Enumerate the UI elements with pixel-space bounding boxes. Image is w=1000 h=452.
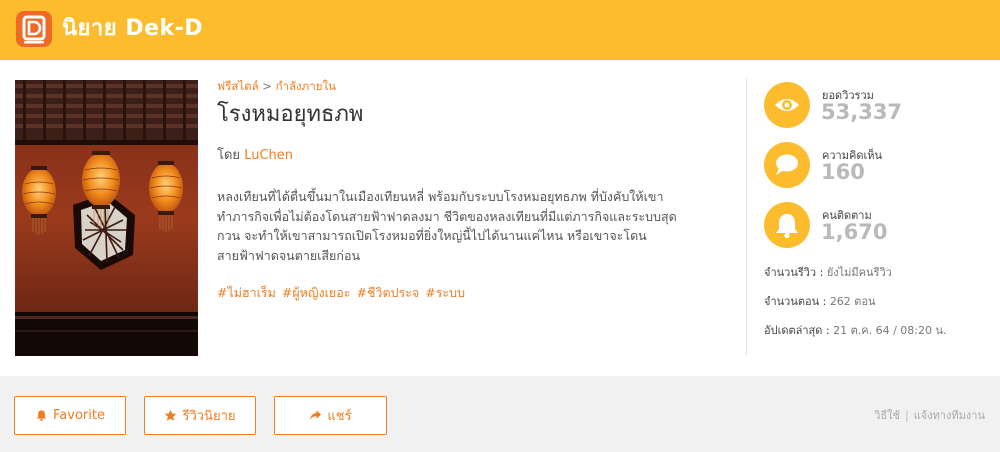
- tag-daily-life[interactable]: #ชีวิตประจ: [356, 285, 419, 300]
- stat-views-value: 53,337: [821, 100, 903, 124]
- breadcrumb: ฟรีสไตล์ > กำลังภายใน: [217, 78, 727, 94]
- description-line: สายฟ้าฟาดจนตายเสียก่อน: [217, 247, 361, 263]
- novel-description: หลงเทียนที่ได้ตื่นขึ้นมาในเมืองเทียนหลี่…: [217, 187, 727, 265]
- stats-panel: ยอดวิวรวม 53,337 ความคิดเห็น 160 คนติดตา…: [764, 80, 984, 260]
- novel-cover-image[interactable]: [15, 80, 198, 356]
- footer-separator: |: [905, 409, 909, 422]
- report-link[interactable]: แจ้งทางทีมงาน: [914, 409, 985, 422]
- action-bar: Favorite รีวิวนิยาย แชร์ วิธีใช้ | แจ้งทาง…: [0, 376, 1000, 452]
- favorite-button-label: Favorite: [53, 408, 105, 423]
- comment-icon: [764, 142, 810, 188]
- description-line: หลงเทียนที่ได้ตื่นขึ้นมาในเมืองเทียนหลี่…: [217, 189, 664, 204]
- tag-system[interactable]: #ระบบ: [425, 285, 465, 300]
- info-reviews: จำนวนรีวิว : ยังไม่มีคนรีวิว: [764, 263, 947, 292]
- stat-comments-value: 160: [821, 160, 865, 184]
- tag-list: #ไม่ฮาเร็ม #ผู้หญิงเยอะ #ชีวิตประจ #ระบบ: [217, 283, 727, 303]
- info-reviews-value: ยังไม่มีคนรีวิว: [826, 266, 892, 279]
- breadcrumb-category[interactable]: ฟรีสไตล์: [217, 79, 259, 93]
- info-episodes: จำนวนตอน : 262 ตอน: [764, 292, 947, 321]
- eye-icon: [764, 82, 810, 128]
- author-line: โดย LuChen: [217, 144, 727, 165]
- author-prefix: โดย: [217, 148, 241, 163]
- share-button[interactable]: แชร์: [274, 396, 387, 435]
- share-button-label: แชร์: [327, 409, 352, 424]
- stat-views: ยอดวิวรวม 53,337: [764, 80, 984, 140]
- review-button[interactable]: รีวิวนิยาย: [144, 396, 256, 435]
- favorite-button[interactable]: Favorite: [14, 396, 126, 435]
- footer-links: วิธีใช้ | แจ้งทางทีมงาน: [874, 406, 985, 424]
- logo-text[interactable]: นิยาย Dek-D: [62, 15, 203, 43]
- description-line: กวน จะทำให้เขาสามารถเปิดโรงหมอที่ยิ่งใหญ…: [217, 228, 647, 243]
- info-episodes-label: จำนวนตอน :: [764, 295, 827, 308]
- vertical-divider: [746, 78, 747, 356]
- bell-icon: [764, 202, 810, 248]
- description-line: ทำภารกิจเพื่อไม่ต้องโดนสายฟ้าฟาดลงมา ชีว…: [217, 208, 677, 224]
- dek-d-logo-icon[interactable]: [16, 11, 52, 47]
- author-link[interactable]: LuChen: [244, 148, 293, 163]
- info-updated-label: อัปเดตล่าสุด :: [764, 324, 830, 337]
- share-arrow-icon: [310, 410, 322, 420]
- stat-followers: คนติดตาม 1,670: [764, 200, 984, 260]
- breadcrumb-subcategory[interactable]: กำลังภายใน: [276, 79, 336, 93]
- top-header: นิยาย Dek-D: [0, 0, 1000, 60]
- star-icon: [165, 409, 177, 421]
- info-updated: อัปเดตล่าสุด : 21 ต.ค. 64 / 08:20 น.: [764, 321, 947, 350]
- breadcrumb-separator: >: [262, 79, 272, 93]
- info-reviews-label: จำนวนรีวิว :: [764, 266, 824, 279]
- info-updated-value: 21 ต.ค. 64 / 08:20 น.: [833, 324, 947, 337]
- help-link[interactable]: วิธีใช้: [874, 409, 900, 422]
- stat-followers-value: 1,670: [821, 220, 888, 244]
- novel-info: จำนวนรีวิว : ยังไม่มีคนรีวิว จำนวนตอน : …: [764, 263, 947, 350]
- novel-meta: ฟรีสไตล์ > กำลังภายใน โรงหมอยุทธภพ โดย L…: [217, 78, 727, 303]
- bell-icon: [36, 410, 47, 421]
- info-episodes-value: 262 ตอน: [829, 295, 876, 308]
- review-button-label: รีวิวนิยาย: [182, 409, 236, 424]
- novel-title: โรงหมอยุทธภพ: [217, 102, 364, 127]
- tag-no-harem[interactable]: #ไม่ฮาเร็ม: [217, 285, 276, 300]
- tag-many-women[interactable]: #ผู้หญิงเยอะ: [282, 285, 351, 300]
- stat-comments: ความคิดเห็น 160: [764, 140, 984, 200]
